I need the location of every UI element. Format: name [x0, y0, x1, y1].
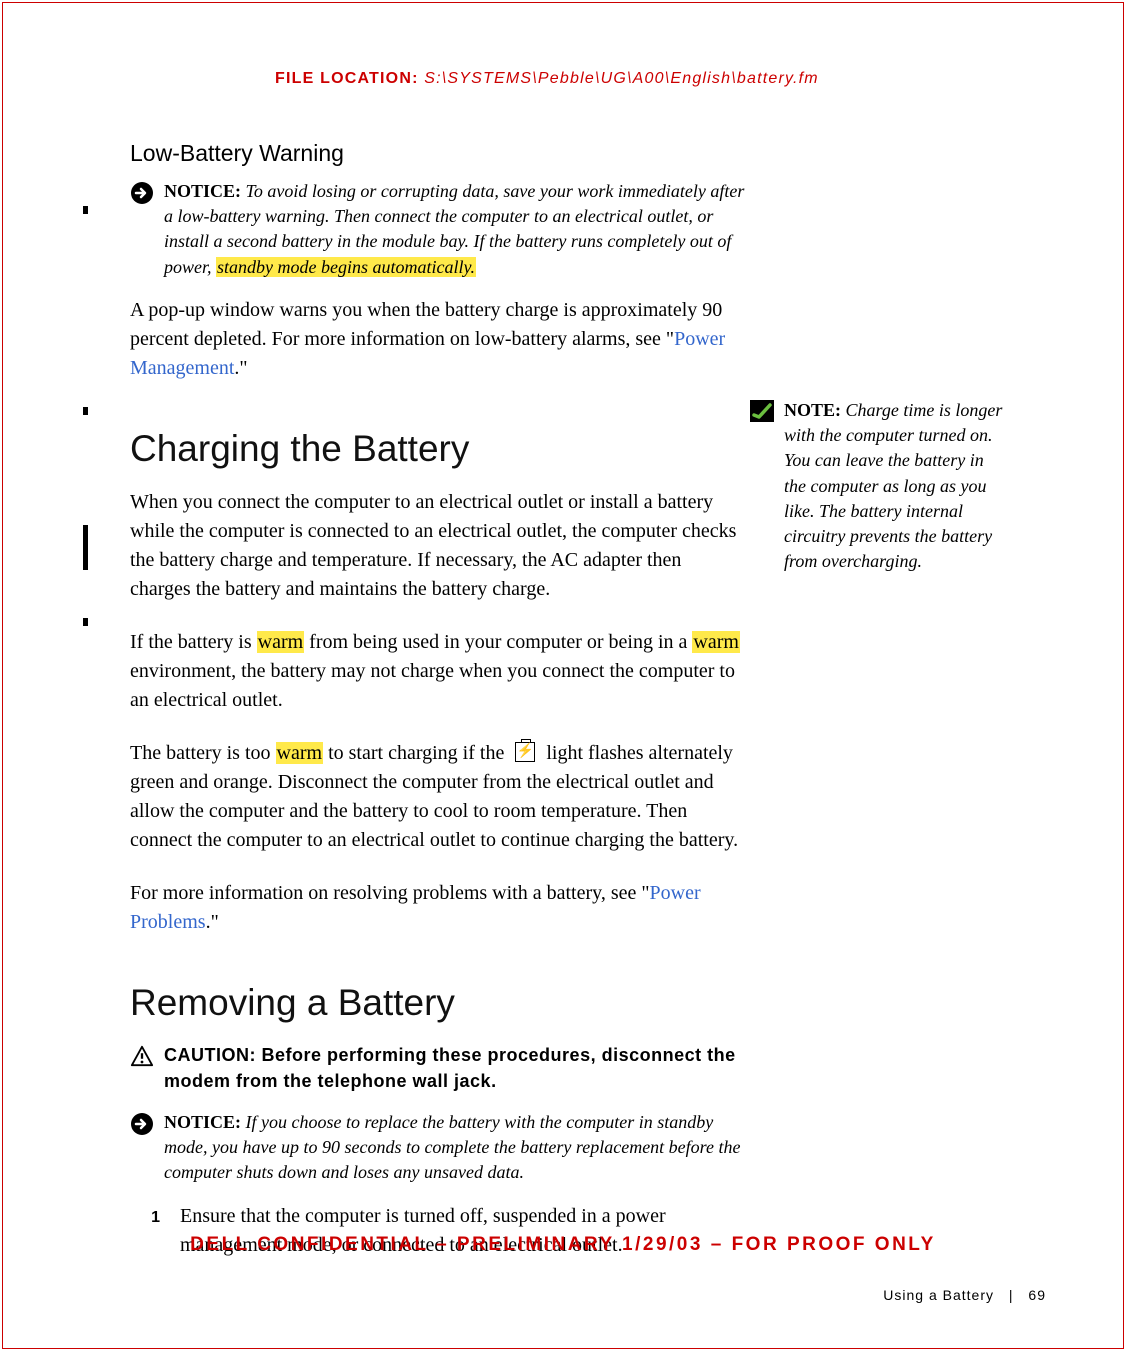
p3-a: The battery is too — [130, 742, 276, 764]
low-battery-para: A pop-up window warns you when the batte… — [130, 296, 740, 383]
p2-a: If the battery is — [130, 631, 257, 653]
caution-label: CAUTION: — [164, 1045, 262, 1065]
p4-b: ." — [206, 911, 219, 933]
p2-b: from being used in your computer or bein… — [304, 631, 692, 653]
change-bar — [83, 206, 88, 214]
charging-p2: If the battery is warm from being used i… — [130, 628, 740, 715]
footer-sep: | — [1009, 1287, 1014, 1303]
notice-label-2: NOTICE: — [164, 1112, 241, 1132]
file-location-path: S:\SYSTEMS\Pebble\UG\A00\English\battery… — [424, 70, 819, 87]
change-bar — [83, 618, 88, 626]
caution-block: CAUTION: Before performing these procedu… — [130, 1042, 1051, 1094]
note-icon — [750, 400, 774, 422]
charging-p3: The battery is too warm to start chargin… — [130, 739, 740, 855]
p3-b: to start charging if the — [323, 742, 509, 764]
para-text-a: A pop-up window warns you when the batte… — [130, 299, 722, 350]
notice-body-2: If you choose to replace the battery wit… — [164, 1112, 741, 1182]
side-note: NOTE: Charge time is longer with the com… — [750, 398, 1010, 574]
note-body: Charge time is longer with the computer … — [784, 400, 1002, 571]
change-bar — [83, 407, 88, 415]
notice-text: NOTICE: To avoid losing or corrupting da… — [164, 179, 754, 280]
notice-label: NOTICE: — [164, 181, 241, 201]
charging-p4: For more information on resolving proble… — [130, 879, 740, 937]
notice-highlight: standby mode begins automatically. — [216, 257, 476, 277]
change-bar — [83, 525, 88, 570]
charging-p1: When you connect the computer to an elec… — [130, 488, 740, 604]
notice-icon — [130, 181, 154, 205]
hl-warm-2: warm — [692, 631, 740, 653]
notice-text-2: NOTICE: If you choose to replace the bat… — [164, 1110, 754, 1186]
notice-block-2: NOTICE: If you choose to replace the bat… — [130, 1110, 1051, 1186]
notice-icon — [130, 1112, 154, 1136]
notice-block: NOTICE: To avoid losing or corrupting da… — [130, 179, 1051, 280]
file-location-label: FILE LOCATION: — [275, 70, 419, 87]
battery-charge-icon — [515, 742, 535, 762]
p4-a: For more information on resolving proble… — [130, 882, 650, 904]
heading-removing: Removing a Battery — [130, 982, 1051, 1024]
file-location-header: FILE LOCATION: S:\SYSTEMS\Pebble\UG\A00\… — [275, 70, 1051, 88]
hl-warm-1: warm — [257, 631, 305, 653]
page-footer: Using a Battery | 69 — [883, 1287, 1046, 1303]
confidential-footer: DELL CONFIDENTIAL – PRELIMINARY 1/29/03 … — [0, 1234, 1126, 1256]
footer-section: Using a Battery — [883, 1287, 994, 1303]
heading-low-battery: Low-Battery Warning — [130, 140, 1051, 167]
note-label: NOTE: — [784, 400, 841, 420]
caution-icon — [130, 1044, 154, 1068]
para-text-b: ." — [234, 357, 247, 379]
page-content: FILE LOCATION: S:\SYSTEMS\Pebble\UG\A00\… — [0, 0, 1126, 1351]
caution-text: CAUTION: Before performing these procedu… — [164, 1042, 754, 1094]
p2-c: environment, the battery may not charge … — [130, 660, 735, 711]
hl-warm-3: warm — [276, 742, 324, 764]
side-note-text: NOTE: Charge time is longer with the com… — [784, 398, 1010, 574]
footer-page: 69 — [1028, 1287, 1046, 1303]
